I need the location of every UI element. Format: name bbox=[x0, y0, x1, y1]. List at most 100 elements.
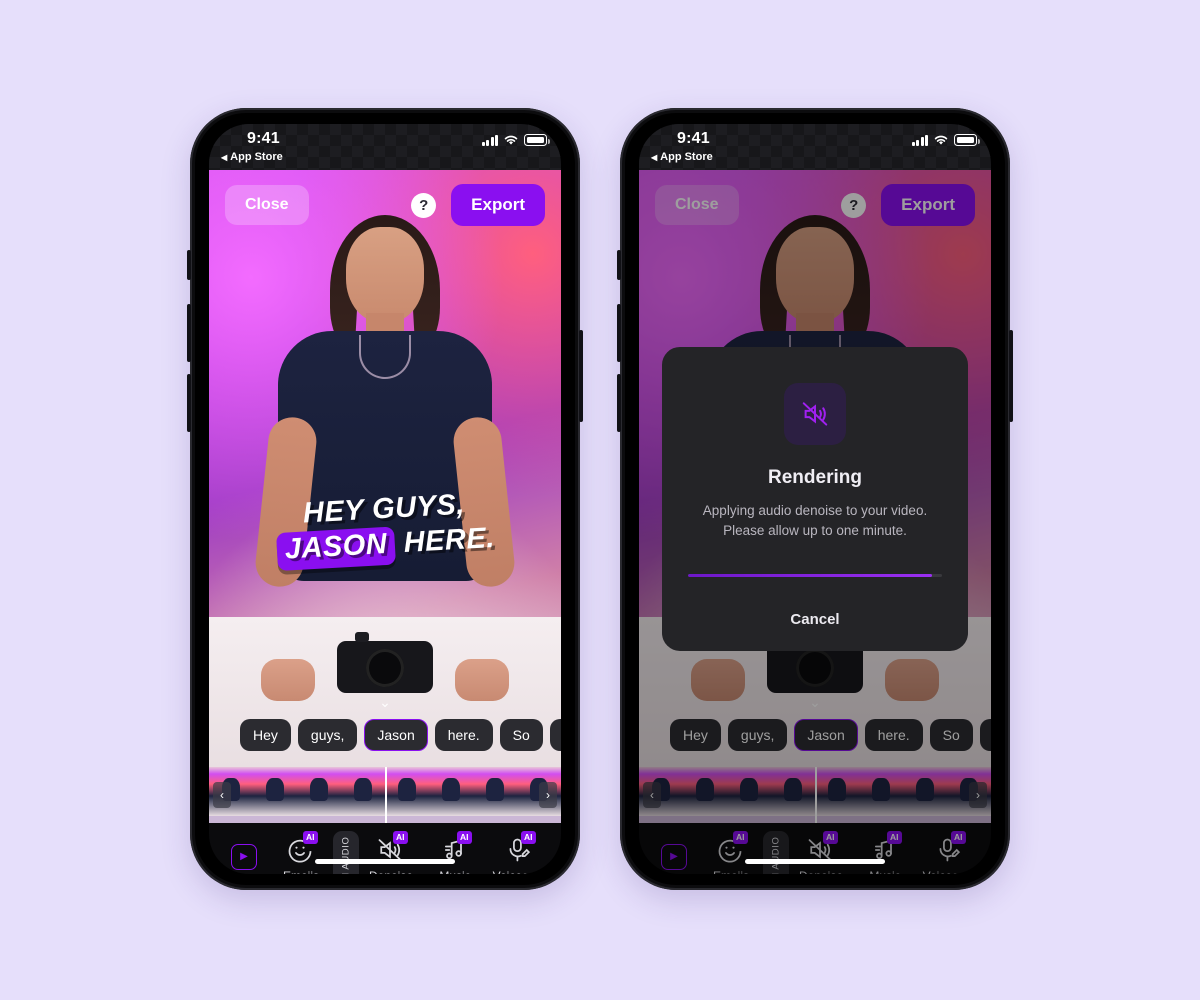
play-icon[interactable]: ▶ bbox=[661, 843, 687, 870]
word-chip-here[interactable]: here. bbox=[434, 719, 493, 751]
home-indicator bbox=[315, 859, 455, 864]
tool-label-voiceover: Voiceover bbox=[493, 869, 546, 874]
status-bar: 9:41 ◀ App Store bbox=[639, 124, 991, 170]
timeline-playhead[interactable] bbox=[385, 767, 387, 823]
volume-up-button[interactable] bbox=[617, 304, 621, 362]
timeline-next-button[interactable]: › bbox=[539, 782, 557, 808]
timeline-frame bbox=[429, 767, 473, 817]
screenshot-canvas: 9:41 ◀ App Store Close ? Export HEY GUYS… bbox=[0, 0, 1200, 1000]
close-button[interactable]: Close bbox=[655, 185, 739, 225]
ai-audio-tab[interactable]: AI AUDIO bbox=[763, 830, 789, 874]
play-icon[interactable]: ▶ bbox=[231, 843, 257, 870]
head bbox=[346, 227, 424, 323]
microphone-edit-icon: AI bbox=[934, 831, 966, 864]
video-preview[interactable]: Close ? Export HEY GUYS, JASON HERE. ⌄ H… bbox=[209, 170, 561, 767]
word-chip-hey[interactable]: Hey bbox=[240, 719, 291, 751]
chevron-down-icon[interactable]: ⌄ bbox=[379, 694, 391, 711]
ai-badge: AI bbox=[520, 831, 536, 844]
tool-denoise[interactable]: AI Denoise bbox=[789, 831, 853, 874]
status-bar: 9:41 ◀ App Store bbox=[209, 124, 561, 170]
word-chip-so[interactable]: So bbox=[499, 719, 543, 751]
volume-down-button[interactable] bbox=[187, 374, 191, 432]
power-button[interactable] bbox=[1009, 330, 1013, 422]
tool-emojis[interactable]: AI Emojis bbox=[699, 831, 763, 874]
word-chip-jason[interactable]: Jason bbox=[364, 719, 428, 751]
battery-full-icon bbox=[954, 134, 980, 146]
volume-down-button[interactable] bbox=[617, 374, 621, 432]
timeline-prev-button[interactable]: ‹ bbox=[213, 782, 231, 808]
mute-switch[interactable] bbox=[617, 250, 621, 280]
smiley-face-icon: AI bbox=[716, 831, 748, 864]
word-chip-here[interactable]: here. bbox=[864, 719, 923, 751]
back-to-app-store[interactable]: ◀ App Store bbox=[221, 151, 283, 163]
word-chip-we[interactable]: we bbox=[549, 719, 561, 751]
modal-description: Applying audio denoise to your video. Pl… bbox=[684, 501, 946, 540]
home-indicator bbox=[745, 859, 885, 864]
cellular-bars-icon bbox=[481, 134, 498, 146]
microphone-edit-icon: AI bbox=[504, 831, 536, 864]
left-hand bbox=[691, 659, 745, 701]
ai-audio-label: AI AUDIO bbox=[340, 836, 352, 874]
help-icon[interactable]: ? bbox=[411, 192, 437, 218]
tool-denoise[interactable]: AI Denoise bbox=[359, 831, 423, 874]
power-button[interactable] bbox=[579, 330, 583, 422]
volume-up-button[interactable] bbox=[187, 304, 191, 362]
tool-label-emojis: Emojis bbox=[713, 869, 749, 874]
tool-label-denoise: Denoise bbox=[799, 869, 843, 874]
timeline-playhead[interactable] bbox=[815, 767, 817, 823]
word-chip-hey[interactable]: Hey bbox=[670, 719, 721, 751]
timeline-frame bbox=[473, 767, 517, 817]
editor-toolbar: ▶ AI Emojis AI AUDIO bbox=[209, 823, 561, 874]
mute-switch[interactable] bbox=[187, 250, 191, 280]
tool-label-denoise: Denoise bbox=[369, 869, 413, 874]
tool-label-music: Music bbox=[869, 869, 900, 874]
ai-badge: AI bbox=[822, 831, 838, 844]
ai-audio-tab[interactable]: AI AUDIO bbox=[333, 830, 359, 874]
modal-title: Rendering bbox=[768, 466, 862, 488]
head bbox=[776, 227, 854, 323]
word-chip-guys[interactable]: guys, bbox=[727, 719, 788, 751]
word-chip-so[interactable]: So bbox=[929, 719, 973, 751]
right-hand bbox=[455, 659, 509, 701]
tool-emojis[interactable]: AI Emojis bbox=[269, 831, 333, 874]
video-timeline[interactable]: ‹ › bbox=[639, 767, 991, 823]
phone-screen-left: 9:41 ◀ App Store Close ? Export HEY GUYS… bbox=[209, 124, 561, 874]
tool-music[interactable]: AI Music bbox=[853, 831, 917, 874]
cancel-button[interactable]: Cancel bbox=[790, 611, 839, 628]
modal-description-line-2: Please allow up to one minute. bbox=[723, 522, 907, 538]
ai-badge: AI bbox=[392, 831, 408, 844]
progress-bar bbox=[688, 574, 942, 578]
ai-badge: AI bbox=[732, 831, 748, 844]
chevron-down-icon[interactable]: ⌄ bbox=[809, 694, 821, 711]
tool-voiceover[interactable]: AI Voiceover bbox=[917, 831, 981, 874]
tool-voiceover[interactable]: AI Voiceover bbox=[487, 831, 551, 874]
ai-audio-label: AI AUDIO bbox=[770, 836, 782, 874]
timeline-frame bbox=[683, 767, 727, 817]
timeline-frame bbox=[253, 767, 297, 817]
back-arrow-icon: ◀ bbox=[221, 152, 228, 162]
export-button[interactable]: Export bbox=[881, 184, 975, 226]
progress-bar-fill bbox=[688, 574, 932, 578]
left-hand bbox=[261, 659, 315, 701]
ai-badge: AI bbox=[950, 831, 966, 844]
ai-badge: AI bbox=[302, 831, 318, 844]
export-button[interactable]: Export bbox=[451, 184, 545, 226]
word-chip-guys[interactable]: guys, bbox=[297, 719, 358, 751]
video-timeline[interactable]: ‹ › bbox=[209, 767, 561, 823]
word-chip-jason[interactable]: Jason bbox=[794, 719, 858, 751]
tool-label-emojis: Emojis bbox=[283, 869, 319, 874]
timeline-next-button[interactable]: › bbox=[969, 782, 987, 808]
tool-music[interactable]: AI Music bbox=[423, 831, 487, 874]
timeline-frame bbox=[815, 767, 859, 817]
close-button[interactable]: Close bbox=[225, 185, 309, 225]
status-icons bbox=[481, 134, 550, 146]
ai-badge: AI bbox=[456, 831, 472, 844]
back-to-app-store[interactable]: ◀ App Store bbox=[651, 151, 713, 163]
ai-badge: AI bbox=[886, 831, 902, 844]
help-icon[interactable]: ? bbox=[841, 192, 867, 218]
tool-label-voiceover: Voiceover bbox=[923, 869, 976, 874]
word-chip-we[interactable]: we bbox=[979, 719, 991, 751]
camera-prop bbox=[337, 632, 433, 693]
transcript-word-chips: Hey guys, Jason here. So we have bbox=[209, 719, 561, 751]
timeline-prev-button[interactable]: ‹ bbox=[643, 782, 661, 808]
